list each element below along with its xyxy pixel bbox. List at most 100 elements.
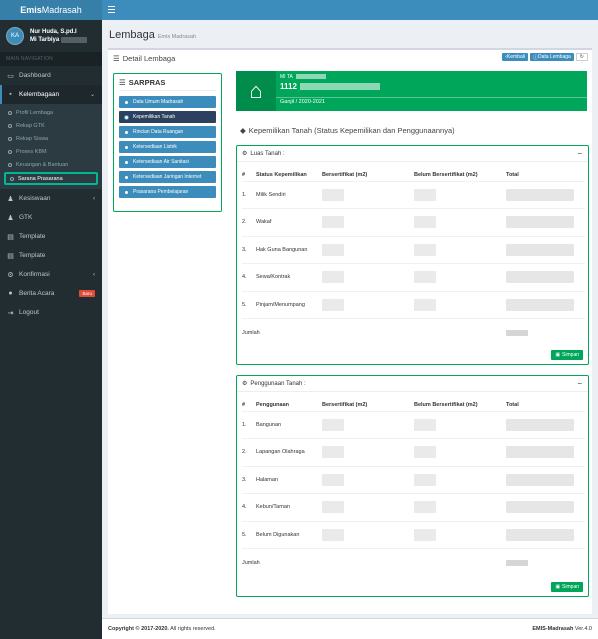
- school-banner: ⌂ MI TA 1112 Ganjil / 2020-2021: [236, 71, 587, 111]
- luas-tanah-panel: ⚙ Luas Tanah : − # Status Kepemilikan Berser…: [236, 145, 589, 365]
- menu-toggle-icon[interactable]: [108, 6, 115, 13]
- sarpras-air-sanitasi[interactable]: Ketersediaan Air Sanitasi: [119, 156, 216, 168]
- submenu-kelembagaan: Profil Lembaga Rekap GTK Rekap Siswa Pro…: [0, 104, 102, 189]
- collapse-icon[interactable]: −: [577, 379, 582, 388]
- circle-icon: [8, 149, 12, 154]
- belum-bersertifikat-input[interactable]: [414, 243, 436, 256]
- bersertifikat-input[interactable]: [322, 298, 344, 311]
- school-period: Ganjil / 2020-2021: [280, 99, 325, 105]
- back-button[interactable]: ‹ Kembali: [502, 53, 528, 61]
- collapse-icon[interactable]: −: [577, 149, 582, 158]
- logout-icon: ⇥: [7, 309, 14, 317]
- sarpras-panel: ☰ SARPRAS Data Umum Madrasah Kepemilikan …: [113, 73, 222, 212]
- bersertifikat-input[interactable]: [322, 271, 344, 284]
- bersertifikat-input[interactable]: [322, 473, 344, 486]
- bersertifikat-input[interactable]: [322, 418, 344, 431]
- home-icon: ⌂: [236, 71, 276, 111]
- total-field: [506, 501, 574, 514]
- sub-item-proses-kbm[interactable]: Proses KBM: [0, 145, 102, 158]
- list-icon: ☰: [119, 78, 126, 87]
- refresh-icon: ↻: [579, 54, 584, 60]
- sarpras-rincian-ruangan[interactable]: Rincian Data Ruangan: [119, 126, 216, 138]
- chevron-left-icon: ‹: [93, 195, 95, 202]
- list-icon: ☰: [113, 53, 120, 63]
- user-name: Nur Huda, S.pd.I: [30, 29, 77, 35]
- page-title: Lembaga Emis Madrasah: [109, 29, 197, 41]
- gears-icon: ⚙: [7, 271, 14, 279]
- belum-bersertifikat-input[interactable]: [414, 271, 436, 284]
- nav-item-dashboard[interactable]: ▭ Dashboard: [0, 66, 102, 85]
- sarpras-prasarana-pembelajaran[interactable]: Prasarana Pembelajaran: [119, 186, 216, 198]
- save-button[interactable]: ▣ Simpan: [551, 582, 583, 592]
- file-icon: ▤: [7, 252, 14, 260]
- sarpras-data-umum[interactable]: Data Umum Madrasah: [119, 96, 216, 108]
- jumlah-value: [506, 329, 528, 336]
- nav-item-gtk[interactable]: ♟ GTK: [0, 208, 102, 227]
- sidebar: Emis Madrasah KA Nur Huda, S.pd.I Mi Tarb…: [0, 0, 102, 639]
- total-field: [506, 298, 574, 311]
- nav-item-berita-acara[interactable]: ● Berita Acara Baru: [0, 284, 102, 303]
- gears-icon: ⚙: [242, 151, 248, 157]
- circle-icon: [8, 123, 12, 128]
- bersertifikat-input[interactable]: [322, 446, 344, 459]
- luas-tanah-table: # Status Kepemilikan Bersertifikat (m2) Bel…: [242, 169, 585, 346]
- institution-icon: ▪: [9, 91, 12, 98]
- belum-bersertifikat-input[interactable]: [414, 473, 436, 486]
- bersertifikat-input[interactable]: [322, 216, 344, 229]
- total-field: [506, 271, 574, 284]
- sub-item-rekap-siswa[interactable]: Rekap Siswa: [0, 132, 102, 145]
- nav-item-template-1[interactable]: ▤ Template: [0, 227, 102, 246]
- sub-item-keuangan[interactable]: Keuangan & Bantuan: [0, 158, 102, 171]
- sarpras-listrik[interactable]: Ketersediaan Listrik: [119, 141, 216, 153]
- refresh-button[interactable]: ↻: [575, 53, 588, 61]
- total-field: [506, 528, 574, 541]
- save-button[interactable]: ▣ Simpan: [551, 350, 583, 360]
- table-row: 5. Pinjam/Menumpang: [242, 290, 585, 319]
- radio-icon: [124, 99, 129, 105]
- sub-item-sarana-prasarana[interactable]: Sarana Prasarana: [4, 172, 98, 185]
- sarpras-jaringan-internet[interactable]: Ketersediaan Jaringan Internet: [119, 171, 216, 183]
- radio-icon: [124, 114, 129, 120]
- circle-dot-icon: ●: [8, 290, 13, 297]
- radio-icon: [124, 189, 129, 195]
- redacted-text: [61, 37, 88, 43]
- radio-icon: [124, 159, 129, 165]
- circle-icon: [8, 136, 12, 141]
- bersertifikat-input[interactable]: [322, 243, 344, 256]
- circle-icon: [10, 176, 14, 181]
- penggunaan-tanah-panel: ⚙ Penggunaan Tanah : − # Penggunaan Berserti…: [236, 375, 589, 597]
- belum-bersertifikat-input[interactable]: [414, 298, 436, 311]
- bersertifikat-input[interactable]: [322, 188, 344, 201]
- nav-item-kesiswaan[interactable]: ♟ Kesiswaan ‹: [0, 189, 102, 208]
- sub-item-profil-lembaga[interactable]: Profil Lembaga: [0, 106, 102, 119]
- nav-item-logout[interactable]: ⇥ Logout: [0, 303, 102, 322]
- belum-bersertifikat-input[interactable]: [414, 216, 436, 229]
- user-group-icon: ♟: [7, 214, 14, 222]
- bersertifikat-input[interactable]: [322, 528, 344, 541]
- footer: Copyright © 2017-2020. All rights reserv…: [102, 618, 598, 639]
- sub-item-rekap-gtk[interactable]: Rekap GTK: [0, 119, 102, 132]
- nav-item-template-2[interactable]: ▤ Template: [0, 246, 102, 265]
- circle-icon: [8, 110, 12, 115]
- nav-item-konfirmasi[interactable]: ⚙ Konfirmasi ‹: [0, 265, 102, 284]
- jumlah-row: Jumlah: [242, 548, 585, 576]
- nav-item-kelembagaan[interactable]: ▪ Kelembagaan ⌄: [0, 85, 102, 104]
- belum-bersertifikat-input[interactable]: [414, 501, 436, 514]
- table-row: 5. Belum Digunakan: [242, 520, 585, 549]
- bersertifikat-input[interactable]: [322, 501, 344, 514]
- brand-logo[interactable]: Emis Madrasah: [0, 0, 102, 20]
- belum-bersertifikat-input[interactable]: [414, 188, 436, 201]
- total-field: [506, 418, 574, 431]
- top-navbar: [102, 0, 598, 20]
- right-column: ⌂ MI TA 1112 Ganjil / 2020-2021 ◆ Kepemi…: [236, 71, 589, 597]
- belum-bersertifikat-input[interactable]: [414, 446, 436, 459]
- jumlah-row: Jumlah: [242, 318, 585, 346]
- sarpras-kepemilikan-tanah[interactable]: Kepemilikan Tanah: [119, 111, 216, 123]
- belum-bersertifikat-input[interactable]: [414, 418, 436, 431]
- table-row: 3. Hak Guna Bangunan: [242, 235, 585, 264]
- data-lembaga-button[interactable]: ⓘ Data Lembaga: [529, 53, 574, 61]
- penggunaan-tanah-table: # Penggunaan Bersertifikat (m2) Belum Berse…: [242, 399, 585, 576]
- detail-box: ☰ Detail Lembaga ‹ Kembali ⓘ Data Lembaga …: [108, 48, 592, 614]
- belum-bersertifikat-input[interactable]: [414, 528, 436, 541]
- avatar: KA: [6, 27, 24, 45]
